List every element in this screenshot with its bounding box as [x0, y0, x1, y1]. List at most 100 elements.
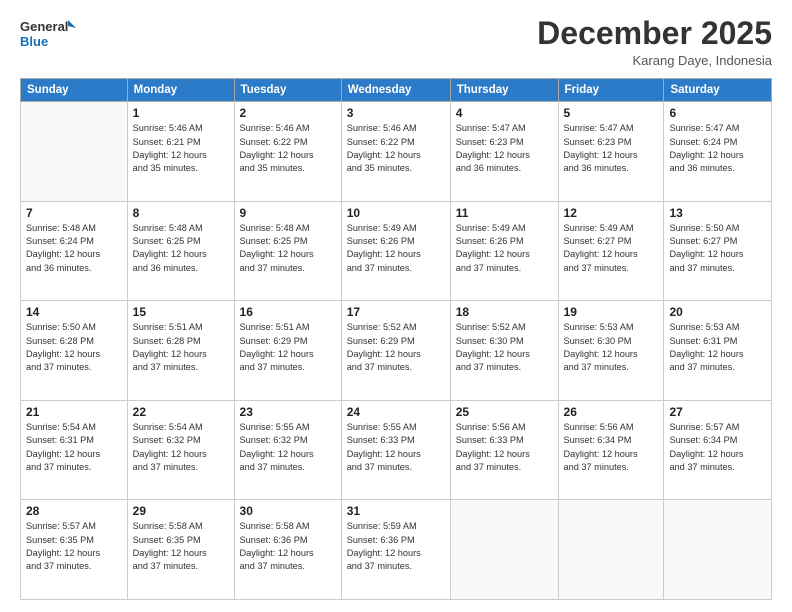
day-info: Sunrise: 5:57 AM Sunset: 6:35 PM Dayligh…: [26, 520, 122, 573]
day-info: Sunrise: 5:58 AM Sunset: 6:35 PM Dayligh…: [133, 520, 229, 573]
calendar-day-cell: 31 Sunrise: 5:59 AM Sunset: 6:36 PM Dayli…: [341, 500, 450, 600]
calendar-day-cell: 21 Sunrise: 5:54 AM Sunset: 6:31 PM Dayli…: [21, 400, 128, 500]
weekday-cell: Wednesday: [341, 79, 450, 102]
weekday-cell: Friday: [558, 79, 664, 102]
calendar-day-cell: 22Sunrise: 5:54 AM Sunset: 6:32 PM Dayli…: [127, 400, 234, 500]
calendar-day-cell: 25 Sunrise: 5:56 AM Sunset: 6:33 PM Dayli…: [450, 400, 558, 500]
day-info: Sunrise: 5:52 AM Sunset: 6:29 PM Dayligh…: [347, 321, 445, 374]
day-number: 23: [240, 405, 336, 419]
calendar-day-cell: 13Sunrise: 5:50 AM Sunset: 6:27 PM Dayli…: [664, 201, 772, 301]
calendar-week-row: 14 Sunrise: 5:50 AM Sunset: 6:28 PM Dayli…: [21, 301, 772, 401]
calendar-day-cell: 11Sunrise: 5:49 AM Sunset: 6:26 PM Dayli…: [450, 201, 558, 301]
day-info: Sunrise: 5:53 AM Sunset: 6:30 PM Dayligh…: [564, 321, 659, 374]
day-number: 28: [26, 504, 122, 518]
day-number: 12: [564, 206, 659, 220]
day-info: Sunrise: 5:52 AM Sunset: 6:30 PM Dayligh…: [456, 321, 553, 374]
weekday-cell: Monday: [127, 79, 234, 102]
subtitle: Karang Daye, Indonesia: [537, 53, 772, 68]
day-number: 11: [456, 206, 553, 220]
calendar-week-row: 28 Sunrise: 5:57 AM Sunset: 6:35 PM Dayli…: [21, 500, 772, 600]
day-info: Sunrise: 5:53 AM Sunset: 6:31 PM Dayligh…: [669, 321, 766, 374]
day-number: 18: [456, 305, 553, 319]
day-number: 26: [564, 405, 659, 419]
month-title: December 2025: [537, 16, 772, 51]
day-info: Sunrise: 5:59 AM Sunset: 6:36 PM Dayligh…: [347, 520, 445, 573]
day-number: 21: [26, 405, 122, 419]
day-number: 1: [133, 106, 229, 120]
day-number: 25: [456, 405, 553, 419]
svg-text:General: General: [20, 19, 68, 34]
calendar-week-row: 1 Sunrise: 5:46 AM Sunset: 6:21 PM Daylig…: [21, 102, 772, 202]
calendar-week-row: 21 Sunrise: 5:54 AM Sunset: 6:31 PM Dayli…: [21, 400, 772, 500]
calendar-week-row: 7 Sunrise: 5:48 AM Sunset: 6:24 PM Daylig…: [21, 201, 772, 301]
day-number: 31: [347, 504, 445, 518]
day-number: 19: [564, 305, 659, 319]
day-info: Sunrise: 5:54 AM Sunset: 6:31 PM Dayligh…: [26, 421, 122, 474]
day-info: Sunrise: 5:55 AM Sunset: 6:33 PM Dayligh…: [347, 421, 445, 474]
calendar-table: SundayMondayTuesdayWednesdayThursdayFrid…: [20, 78, 772, 600]
day-info: Sunrise: 5:48 AM Sunset: 6:25 PM Dayligh…: [133, 222, 229, 275]
weekday-header: SundayMondayTuesdayWednesdayThursdayFrid…: [21, 79, 772, 102]
day-number: 8: [133, 206, 229, 220]
day-info: Sunrise: 5:47 AM Sunset: 6:24 PM Dayligh…: [669, 122, 766, 175]
day-number: 9: [240, 206, 336, 220]
calendar-day-cell: [558, 500, 664, 600]
weekday-cell: Thursday: [450, 79, 558, 102]
calendar-day-cell: 18 Sunrise: 5:52 AM Sunset: 6:30 PM Dayli…: [450, 301, 558, 401]
day-number: 13: [669, 206, 766, 220]
calendar-day-cell: 30 Sunrise: 5:58 AM Sunset: 6:36 PM Dayli…: [234, 500, 341, 600]
day-number: 2: [240, 106, 336, 120]
day-info: Sunrise: 5:46 AM Sunset: 6:22 PM Dayligh…: [240, 122, 336, 175]
header: General Blue December 2025 Karang Daye, …: [20, 16, 772, 68]
calendar-day-cell: 5 Sunrise: 5:47 AM Sunset: 6:23 PM Daylig…: [558, 102, 664, 202]
day-number: 5: [564, 106, 659, 120]
calendar-day-cell: 15Sunrise: 5:51 AM Sunset: 6:28 PM Dayli…: [127, 301, 234, 401]
day-info: Sunrise: 5:56 AM Sunset: 6:33 PM Dayligh…: [456, 421, 553, 474]
calendar-day-cell: [664, 500, 772, 600]
calendar-day-cell: 27Sunrise: 5:57 AM Sunset: 6:34 PM Dayli…: [664, 400, 772, 500]
calendar-day-cell: 26 Sunrise: 5:56 AM Sunset: 6:34 PM Dayli…: [558, 400, 664, 500]
calendar-day-cell: 3 Sunrise: 5:46 AM Sunset: 6:22 PM Daylig…: [341, 102, 450, 202]
day-info: Sunrise: 5:48 AM Sunset: 6:25 PM Dayligh…: [240, 222, 336, 275]
calendar-body: 1 Sunrise: 5:46 AM Sunset: 6:21 PM Daylig…: [21, 102, 772, 600]
day-info: Sunrise: 5:51 AM Sunset: 6:29 PM Dayligh…: [240, 321, 336, 374]
day-info: Sunrise: 5:50 AM Sunset: 6:28 PM Dayligh…: [26, 321, 122, 374]
day-info: Sunrise: 5:47 AM Sunset: 6:23 PM Dayligh…: [456, 122, 553, 175]
day-number: 14: [26, 305, 122, 319]
calendar-day-cell: 17Sunrise: 5:52 AM Sunset: 6:29 PM Dayli…: [341, 301, 450, 401]
calendar-day-cell: 28 Sunrise: 5:57 AM Sunset: 6:35 PM Dayli…: [21, 500, 128, 600]
calendar-day-cell: 10 Sunrise: 5:49 AM Sunset: 6:26 PM Dayli…: [341, 201, 450, 301]
day-info: Sunrise: 5:49 AM Sunset: 6:27 PM Dayligh…: [564, 222, 659, 275]
day-info: Sunrise: 5:49 AM Sunset: 6:26 PM Dayligh…: [347, 222, 445, 275]
day-number: 3: [347, 106, 445, 120]
day-number: 10: [347, 206, 445, 220]
day-info: Sunrise: 5:46 AM Sunset: 6:21 PM Dayligh…: [133, 122, 229, 175]
weekday-cell: Sunday: [21, 79, 128, 102]
svg-text:Blue: Blue: [20, 34, 48, 49]
calendar-day-cell: 9 Sunrise: 5:48 AM Sunset: 6:25 PM Daylig…: [234, 201, 341, 301]
day-info: Sunrise: 5:47 AM Sunset: 6:23 PM Dayligh…: [564, 122, 659, 175]
calendar-day-cell: [21, 102, 128, 202]
calendar-day-cell: 23Sunrise: 5:55 AM Sunset: 6:32 PM Dayli…: [234, 400, 341, 500]
weekday-cell: Tuesday: [234, 79, 341, 102]
calendar-day-cell: 24Sunrise: 5:55 AM Sunset: 6:33 PM Dayli…: [341, 400, 450, 500]
calendar-day-cell: 7 Sunrise: 5:48 AM Sunset: 6:24 PM Daylig…: [21, 201, 128, 301]
day-info: Sunrise: 5:56 AM Sunset: 6:34 PM Dayligh…: [564, 421, 659, 474]
day-info: Sunrise: 5:48 AM Sunset: 6:24 PM Dayligh…: [26, 222, 122, 275]
calendar-day-cell: 19 Sunrise: 5:53 AM Sunset: 6:30 PM Dayli…: [558, 301, 664, 401]
day-number: 4: [456, 106, 553, 120]
day-number: 7: [26, 206, 122, 220]
day-info: Sunrise: 5:58 AM Sunset: 6:36 PM Dayligh…: [240, 520, 336, 573]
calendar-day-cell: 2 Sunrise: 5:46 AM Sunset: 6:22 PM Daylig…: [234, 102, 341, 202]
calendar-day-cell: 14 Sunrise: 5:50 AM Sunset: 6:28 PM Dayli…: [21, 301, 128, 401]
calendar-day-cell: 8 Sunrise: 5:48 AM Sunset: 6:25 PM Daylig…: [127, 201, 234, 301]
calendar-day-cell: [450, 500, 558, 600]
day-number: 22: [133, 405, 229, 419]
weekday-cell: Saturday: [664, 79, 772, 102]
title-area: December 2025 Karang Daye, Indonesia: [537, 16, 772, 68]
day-number: 20: [669, 305, 766, 319]
day-number: 27: [669, 405, 766, 419]
calendar-day-cell: 1 Sunrise: 5:46 AM Sunset: 6:21 PM Daylig…: [127, 102, 234, 202]
day-info: Sunrise: 5:46 AM Sunset: 6:22 PM Dayligh…: [347, 122, 445, 175]
day-number: 30: [240, 504, 336, 518]
